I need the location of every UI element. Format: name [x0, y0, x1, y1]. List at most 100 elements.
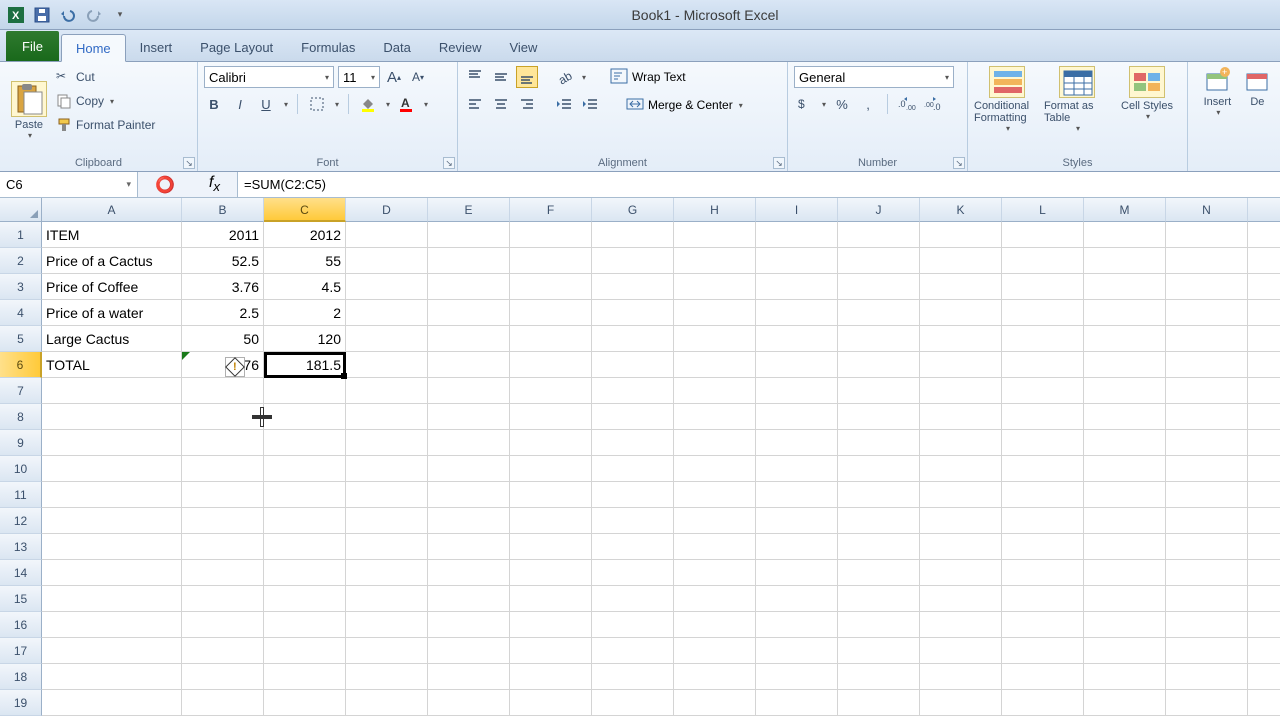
row-header-7[interactable]: 7	[0, 378, 42, 404]
cell-O2[interactable]	[1248, 248, 1280, 274]
cell-D1[interactable]	[346, 222, 428, 248]
font-size-select[interactable]: 11▾	[338, 66, 380, 88]
cell-E10[interactable]	[428, 456, 510, 482]
cell-I14[interactable]	[756, 560, 838, 586]
cell-H1[interactable]	[674, 222, 756, 248]
row-header-5[interactable]: 5	[0, 326, 42, 352]
cell-G9[interactable]	[592, 430, 674, 456]
cell-I19[interactable]	[756, 690, 838, 716]
cell-E3[interactable]	[428, 274, 510, 300]
tab-insert[interactable]: Insert	[126, 33, 187, 61]
row-header-18[interactable]: 18	[0, 664, 42, 690]
column-header-G[interactable]: G	[592, 198, 674, 222]
cell-H8[interactable]	[674, 404, 756, 430]
cell-M10[interactable]	[1084, 456, 1166, 482]
cell-A18[interactable]	[42, 664, 182, 690]
cell-D14[interactable]	[346, 560, 428, 586]
cell-F17[interactable]	[510, 638, 592, 664]
cell-F14[interactable]	[510, 560, 592, 586]
cell-O1[interactable]	[1248, 222, 1280, 248]
cell-I10[interactable]	[756, 456, 838, 482]
cell-G13[interactable]	[592, 534, 674, 560]
row-header-14[interactable]: 14	[0, 560, 42, 586]
cell-N16[interactable]	[1166, 612, 1248, 638]
cell-K19[interactable]	[920, 690, 1002, 716]
row-header-1[interactable]: 1	[0, 222, 42, 248]
tab-data[interactable]: Data	[369, 33, 424, 61]
cell-A3[interactable]: Price of Coffee	[42, 274, 182, 300]
cell-O19[interactable]	[1248, 690, 1280, 716]
alignment-launcher[interactable]: ↘	[773, 157, 785, 169]
comma-button[interactable]: ,	[858, 94, 878, 114]
cell-A14[interactable]	[42, 560, 182, 586]
cell-I2[interactable]	[756, 248, 838, 274]
cell-B5[interactable]: 50	[182, 326, 264, 352]
bold-button[interactable]: B	[204, 94, 224, 114]
cell-F5[interactable]	[510, 326, 592, 352]
cell-K1[interactable]	[920, 222, 1002, 248]
cell-C3[interactable]: 4.5	[264, 274, 346, 300]
cell-L16[interactable]	[1002, 612, 1084, 638]
cell-B11[interactable]	[182, 482, 264, 508]
increase-decimal-button[interactable]: .0.00	[897, 94, 917, 114]
font-name-select[interactable]: Calibri▾	[204, 66, 334, 88]
cell-C18[interactable]	[264, 664, 346, 690]
cell-B17[interactable]	[182, 638, 264, 664]
cell-E16[interactable]	[428, 612, 510, 638]
row-header-13[interactable]: 13	[0, 534, 42, 560]
cell-D3[interactable]	[346, 274, 428, 300]
cell-L7[interactable]	[1002, 378, 1084, 404]
cell-L19[interactable]	[1002, 690, 1084, 716]
cell-M1[interactable]	[1084, 222, 1166, 248]
undo-icon[interactable]	[58, 5, 78, 25]
cell-J16[interactable]	[838, 612, 920, 638]
cell-F1[interactable]	[510, 222, 592, 248]
cell-K4[interactable]	[920, 300, 1002, 326]
row-header-3[interactable]: 3	[0, 274, 42, 300]
cell-I3[interactable]	[756, 274, 838, 300]
cell-I6[interactable]	[756, 352, 838, 378]
cell-I17[interactable]	[756, 638, 838, 664]
cell-D6[interactable]	[346, 352, 428, 378]
row-header-6[interactable]: 6	[0, 352, 42, 378]
cell-I18[interactable]	[756, 664, 838, 690]
cell-D17[interactable]	[346, 638, 428, 664]
cell-B3[interactable]: 3.76	[182, 274, 264, 300]
cell-K11[interactable]	[920, 482, 1002, 508]
tab-review[interactable]: Review	[425, 33, 496, 61]
cut-button[interactable]: ✂Cut	[56, 66, 155, 88]
cell-M3[interactable]	[1084, 274, 1166, 300]
column-header-O[interactable]: O	[1248, 198, 1280, 222]
cell-H13[interactable]	[674, 534, 756, 560]
cell-F7[interactable]	[510, 378, 592, 404]
cell-J12[interactable]	[838, 508, 920, 534]
cell-B2[interactable]: 52.5	[182, 248, 264, 274]
column-header-D[interactable]: D	[346, 198, 428, 222]
cell-C10[interactable]	[264, 456, 346, 482]
column-header-B[interactable]: B	[182, 198, 264, 222]
cell-I1[interactable]	[756, 222, 838, 248]
cell-N13[interactable]	[1166, 534, 1248, 560]
row-header-11[interactable]: 11	[0, 482, 42, 508]
increase-font-icon[interactable]: A▴	[384, 67, 404, 87]
font-launcher[interactable]: ↘	[443, 157, 455, 169]
cell-O7[interactable]	[1248, 378, 1280, 404]
cell-A5[interactable]: Large Cactus	[42, 326, 182, 352]
cell-C7[interactable]	[264, 378, 346, 404]
cell-F10[interactable]	[510, 456, 592, 482]
cell-K6[interactable]	[920, 352, 1002, 378]
cell-B19[interactable]	[182, 690, 264, 716]
cell-G3[interactable]	[592, 274, 674, 300]
cell-H4[interactable]	[674, 300, 756, 326]
cell-K2[interactable]	[920, 248, 1002, 274]
formula-input[interactable]: =SUM(C2:C5)	[238, 172, 1280, 197]
cell-A15[interactable]	[42, 586, 182, 612]
delete-cells-button[interactable]: De	[1243, 66, 1272, 171]
cell-D7[interactable]	[346, 378, 428, 404]
cell-L13[interactable]	[1002, 534, 1084, 560]
row-header-16[interactable]: 16	[0, 612, 42, 638]
column-header-C[interactable]: C	[264, 198, 346, 222]
row-header-2[interactable]: 2	[0, 248, 42, 274]
cell-O8[interactable]	[1248, 404, 1280, 430]
cell-E14[interactable]	[428, 560, 510, 586]
